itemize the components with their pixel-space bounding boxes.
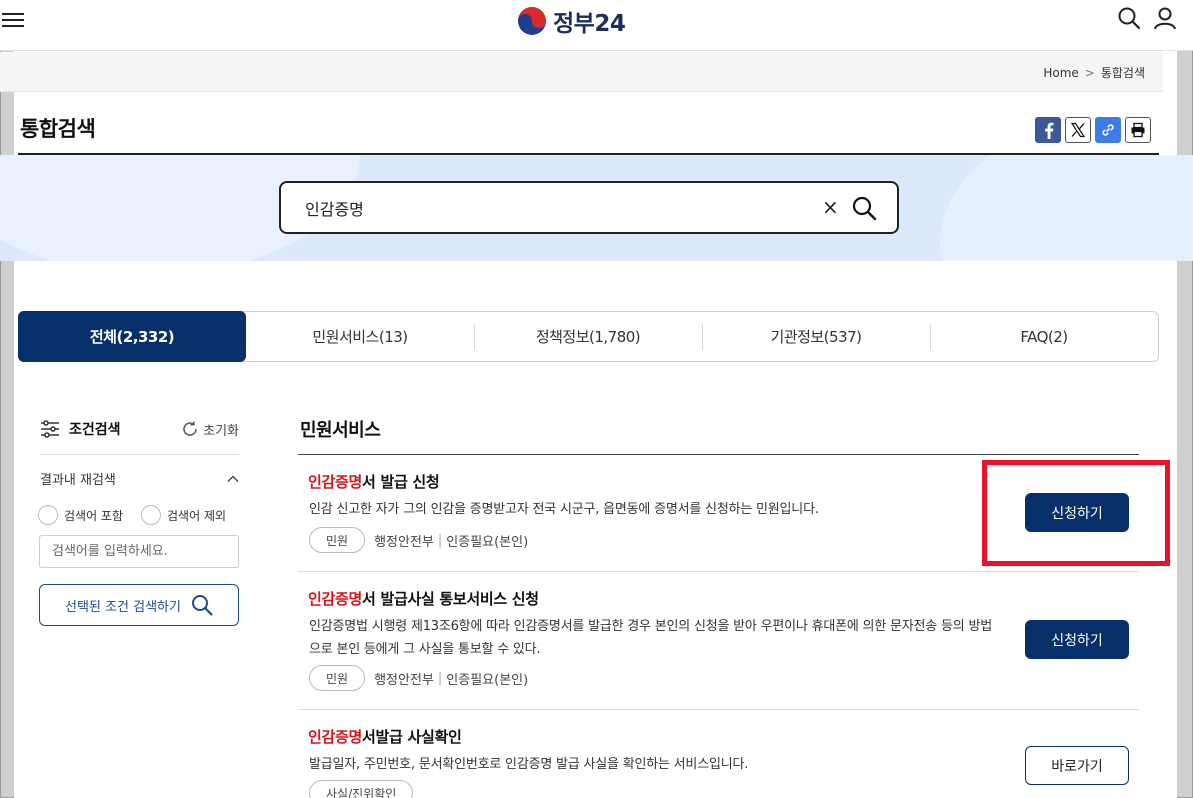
breadcrumb: Home > 통합검색 [1043,64,1145,81]
apply-button[interactable]: 신청하기 [1025,620,1129,659]
result-title-rest: 서 발급사실 통보서비스 신청 [362,590,539,608]
tab-faq[interactable]: FAQ(2) [930,312,1158,361]
exclude-radio[interactable]: 검색어 제외 [141,505,226,525]
chevron-up-icon [227,475,239,482]
tab-policy-info[interactable]: 정책정보(1,780) [474,312,702,361]
meta-separator: | [437,670,443,686]
section-divider [298,454,1139,455]
taegeuk-emblem-icon [518,7,546,35]
refresh-icon [183,421,197,436]
meta-separator: | [437,532,443,548]
logo-text: 정부24 [553,11,626,37]
user-icon[interactable] [1153,6,1177,30]
result-title[interactable]: 인감증명서발급 사실확인 [308,726,462,747]
result-org: 행정안전부 [374,534,434,550]
reset-button[interactable]: 초기화 [181,420,239,439]
result-auth: 인증필요(본인) [446,672,529,688]
breadcrumb-separator: > [1084,65,1095,80]
breadcrumb-current[interactable]: 통합검색 [1101,64,1145,81]
result-tag: 민원 [309,527,366,553]
hamburger-menu-icon[interactable] [2,9,24,31]
result-tag: 민원 [309,665,366,691]
filter-title: 조건검색 [69,422,121,438]
section-title: 민원서비스 [300,420,381,441]
result-meta: 사실/진위확인 [309,780,414,798]
result-title-highlight: 인감증명 [308,728,363,746]
band-decoration [940,155,1193,261]
refine-search-input[interactable] [39,535,239,568]
tab-agency-info[interactable]: 기관정보(537) [702,312,930,361]
filter-header: 조건검색 초기화 [40,419,239,439]
apply-filter-button[interactable]: 선택된 조건 검색하기 [39,584,239,626]
refine-toggle[interactable]: 결과내 재검색 [40,469,239,488]
link-icon[interactable] [1095,117,1121,143]
exclude-label: 검색어 제외 [167,508,227,523]
refine-options: 검색어 포함 검색어 제외 [38,505,226,525]
result-auth: 인증필요(본인) [446,534,529,550]
search-submit-icon[interactable] [851,195,877,221]
result-title-rest: 서 발급 신청 [362,473,440,491]
filter-sliders-icon [41,420,59,438]
result-description: 인감 신고한 자가 그의 인감을 증명받고자 전국 시군구, 읍면동에 증명서를… [309,502,819,517]
radio-circle[interactable] [141,505,162,525]
facebook-icon[interactable] [1035,117,1061,143]
filter-divider [40,454,239,455]
reset-label: 초기화 [203,423,239,439]
result-meta: 민원 행정안전부 | 인증필요(본인) [309,527,528,553]
top-header: 정부24 [0,0,1193,51]
result-divider [298,709,1139,710]
result-item: 인감증명서 발급 신청 인감 신고한 자가 그의 인감을 증명받고자 전국 시군… [298,471,1139,571]
tab-civil-services[interactable]: 민원서비스(13) [246,312,474,361]
x-twitter-icon[interactable] [1065,117,1091,143]
search-icon [191,595,213,616]
print-icon[interactable] [1125,117,1151,143]
result-title-highlight: 인감증명 [308,473,363,491]
result-description: 발급일자, 주민번호, 문서확인번호로 인감증명 발급 사실을 확인하는 서비스… [309,757,749,772]
radio-circle[interactable] [38,505,58,525]
title-underline [18,153,1159,155]
apply-filter-label: 선택된 조건 검색하기 [65,599,181,615]
result-title-rest: 서발급 사실확인 [362,728,462,746]
result-item: 인감증명서발급 사실확인 발급일자, 주민번호, 문서확인번호로 인감증명 발급… [298,726,1139,798]
breadcrumb-home-link[interactable]: Home [1043,66,1078,80]
result-title-highlight: 인감증명 [308,590,363,608]
result-tag: 사실/진위확인 [309,780,414,798]
result-title[interactable]: 인감증명서 발급사실 통보서비스 신청 [308,588,539,609]
go-button[interactable]: 바로가기 [1025,746,1129,785]
result-org: 행정안전부 [374,672,434,688]
breadcrumb-bar: Home > 통합검색 [0,52,1163,92]
clear-search-icon[interactable]: × [822,196,839,218]
result-title[interactable]: 인감증명서 발급 신청 [308,471,440,492]
refine-label: 결과내 재검색 [40,473,116,488]
search-input[interactable] [305,195,785,221]
share-buttons [1035,117,1151,143]
main-search-box: × [279,181,899,234]
result-description: 인감증명법 시행령 제13조6항에 따라 인감증명서를 발급한 경우 본인의 신… [309,619,992,657]
result-tabs: 전체(2,332) 민원서비스(13) 정책정보(1,780) 기관정보(537… [18,311,1159,362]
page-title: 통합검색 [20,117,96,141]
result-divider [298,571,1139,572]
include-label: 검색어 포함 [64,508,124,523]
result-item: 인감증명서 발급사실 통보서비스 신청 인감증명법 시행령 제13조6항에 따라… [298,588,1139,708]
result-meta: 민원 행정안전부 | 인증필요(본인) [309,665,528,691]
include-radio[interactable]: 검색어 포함 [38,505,123,525]
tab-all[interactable]: 전체(2,332) [18,311,246,362]
search-icon[interactable] [1117,6,1141,30]
site-logo[interactable]: 정부24 [517,5,626,37]
apply-button[interactable]: 신청하기 [1025,493,1129,532]
